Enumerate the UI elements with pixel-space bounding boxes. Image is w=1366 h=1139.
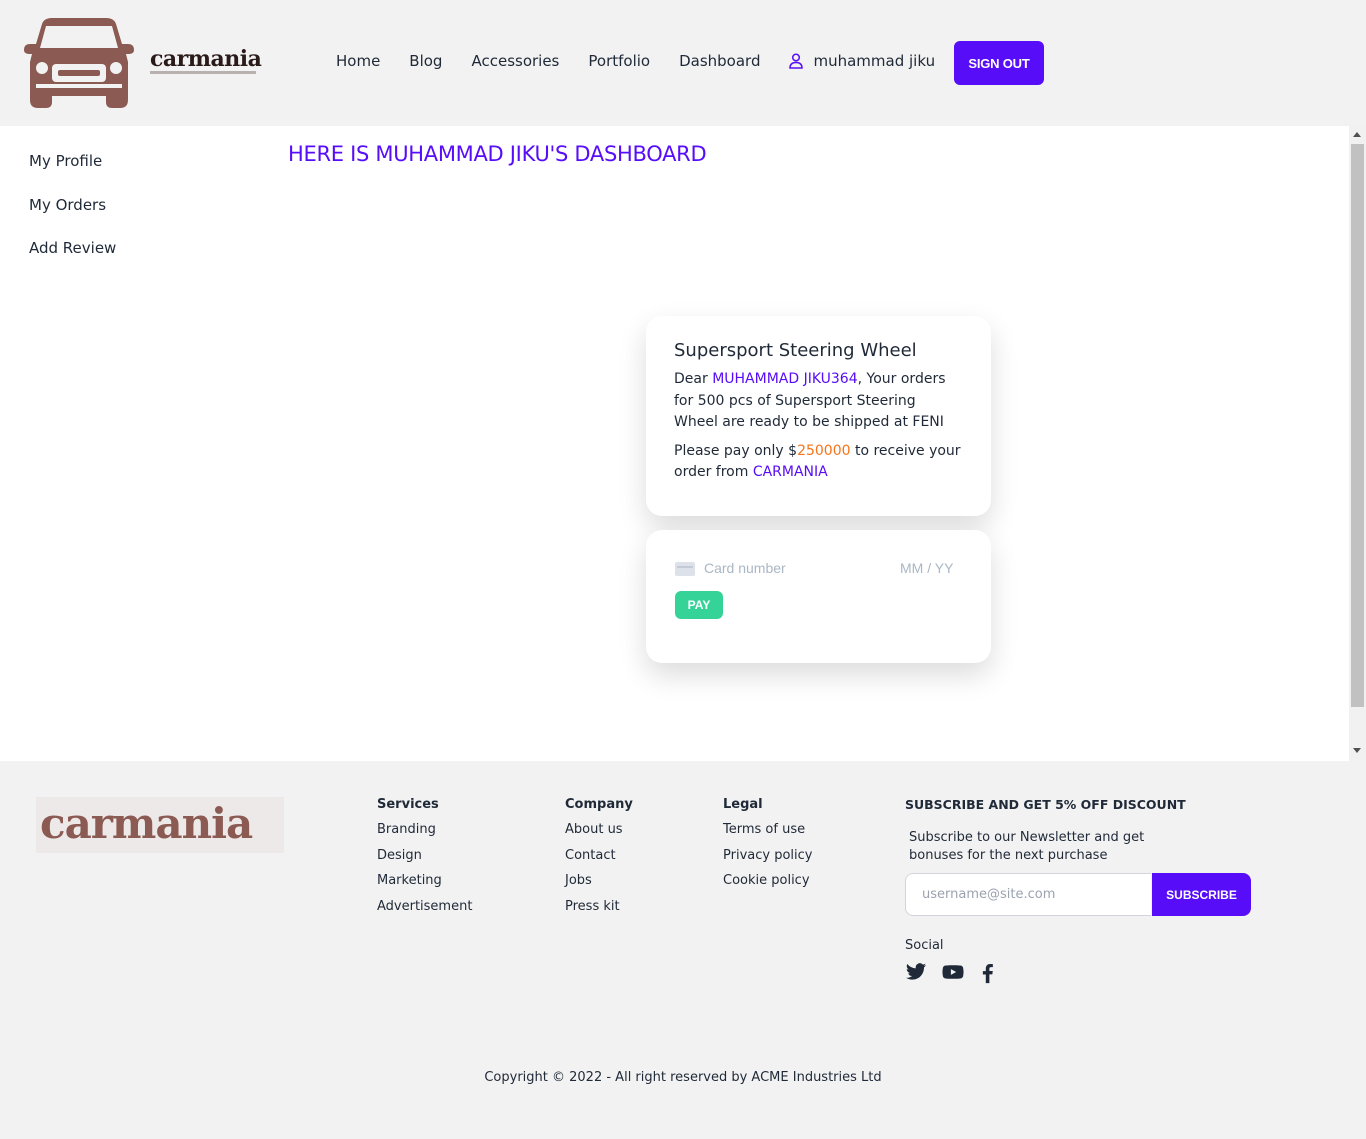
- footer-link-cookie[interactable]: Cookie policy: [723, 873, 812, 899]
- nav-blog[interactable]: Blog: [409, 52, 442, 70]
- footer-link-press-kit[interactable]: Press kit: [565, 899, 633, 925]
- footer-services: Services Branding Design Marketing Adver…: [377, 797, 472, 924]
- footer-logo[interactable]: carmania: [36, 797, 284, 853]
- footer-link-terms[interactable]: Terms of use: [723, 822, 812, 848]
- payment-amount: 250000: [797, 442, 851, 459]
- payment-card: Card number MM / YY PAY: [646, 530, 991, 663]
- nav-accessories[interactable]: Accessories: [471, 52, 559, 70]
- credit-card-icon: [675, 562, 695, 576]
- header: carmania Home Blog Accessories Portfolio…: [0, 0, 1366, 126]
- youtube-icon[interactable]: [941, 961, 965, 985]
- newsletter-email-input[interactable]: [905, 873, 1151, 916]
- footer-company-title: Company: [565, 797, 633, 812]
- scrollbar-thumb[interactable]: [1351, 144, 1364, 707]
- subscribe-text: Subscribe to our Newsletter and get bonu…: [909, 830, 1145, 863]
- footer-services-title: Services: [377, 797, 439, 812]
- order-message: Dear MUHAMMAD JIKU364, Your orders for 5…: [674, 369, 963, 434]
- brand-name: carmania: [150, 46, 262, 72]
- sidebar-item-my-profile[interactable]: My Profile: [29, 152, 116, 196]
- subscribe-title: SUBSCRIBE AND GET 5% OFF DISCOUNT: [905, 797, 1186, 812]
- card-expiry-input[interactable]: MM / YY: [900, 560, 953, 576]
- product-title: Supersport Steering Wheel: [674, 340, 917, 361]
- pay-prefix: Please pay only $: [674, 442, 798, 459]
- sidebar-item-add-review[interactable]: Add Review: [29, 239, 116, 283]
- payment-message: Please pay only $250000 to receive your …: [674, 441, 963, 484]
- footer-link-design[interactable]: Design: [377, 848, 472, 874]
- nav-home[interactable]: Home: [336, 52, 380, 70]
- pay-button[interactable]: PAY: [675, 591, 723, 619]
- nav-portfolio[interactable]: Portfolio: [588, 52, 650, 70]
- card-number-input[interactable]: Card number: [704, 560, 786, 576]
- sign-out-button[interactable]: SIGN OUT: [954, 41, 1044, 85]
- store-name: CARMANIA: [752, 464, 828, 480]
- footer-company: Company About us Contact Jobs Press kit: [565, 797, 633, 924]
- footer-link-branding[interactable]: Branding: [377, 822, 472, 848]
- scroll-up-icon[interactable]: [1353, 132, 1361, 137]
- user-icon: [789, 53, 804, 69]
- customer-username: MUHAMMAD JIKU364: [712, 371, 858, 387]
- facebook-icon[interactable]: [977, 961, 1001, 985]
- footer-legal-title: Legal: [723, 797, 763, 812]
- dashboard-main: My Profile My Orders Add Review HERE IS …: [0, 126, 1349, 761]
- dashboard-sidebar: My Profile My Orders Add Review: [29, 152, 116, 283]
- greeting-text: Dear: [674, 371, 708, 387]
- social-title: Social: [905, 938, 944, 953]
- footer-link-about[interactable]: About us: [565, 822, 633, 848]
- footer-link-marketing[interactable]: Marketing: [377, 873, 472, 899]
- footer-link-jobs[interactable]: Jobs: [565, 873, 633, 899]
- scroll-down-icon[interactable]: [1353, 748, 1361, 753]
- copyright-text: Copyright © 2022 - All right reserved by…: [484, 1070, 882, 1085]
- footer-link-advertisement[interactable]: Advertisement: [377, 899, 472, 925]
- footer-link-privacy[interactable]: Privacy policy: [723, 848, 812, 874]
- subscribe-button[interactable]: SUBSCRIBE: [1152, 873, 1251, 916]
- user-name: muhammad jiku: [813, 52, 936, 70]
- user-menu[interactable]: muhammad jiku: [789, 52, 935, 70]
- brand-tagline: [150, 71, 256, 74]
- footer-legal: Legal Terms of use Privacy policy Cookie…: [723, 797, 812, 899]
- main-nav: Home Blog Accessories Portfolio Dashboar…: [336, 52, 956, 70]
- dashboard-title: HERE IS MUHAMMAD JIKU'S DASHBOARD: [288, 142, 707, 166]
- order-card: Supersport Steering Wheel Dear MUHAMMAD …: [646, 316, 991, 516]
- footer-link-contact[interactable]: Contact: [565, 848, 633, 874]
- nav-dashboard[interactable]: Dashboard: [679, 52, 760, 70]
- sidebar-item-my-orders[interactable]: My Orders: [29, 196, 116, 240]
- page-scrollbar[interactable]: [1349, 126, 1366, 761]
- car-logo-icon[interactable]: [22, 16, 136, 110]
- footer-logo-text: carmania: [40, 799, 253, 848]
- twitter-icon[interactable]: [905, 961, 929, 985]
- social-links: [905, 961, 1013, 985]
